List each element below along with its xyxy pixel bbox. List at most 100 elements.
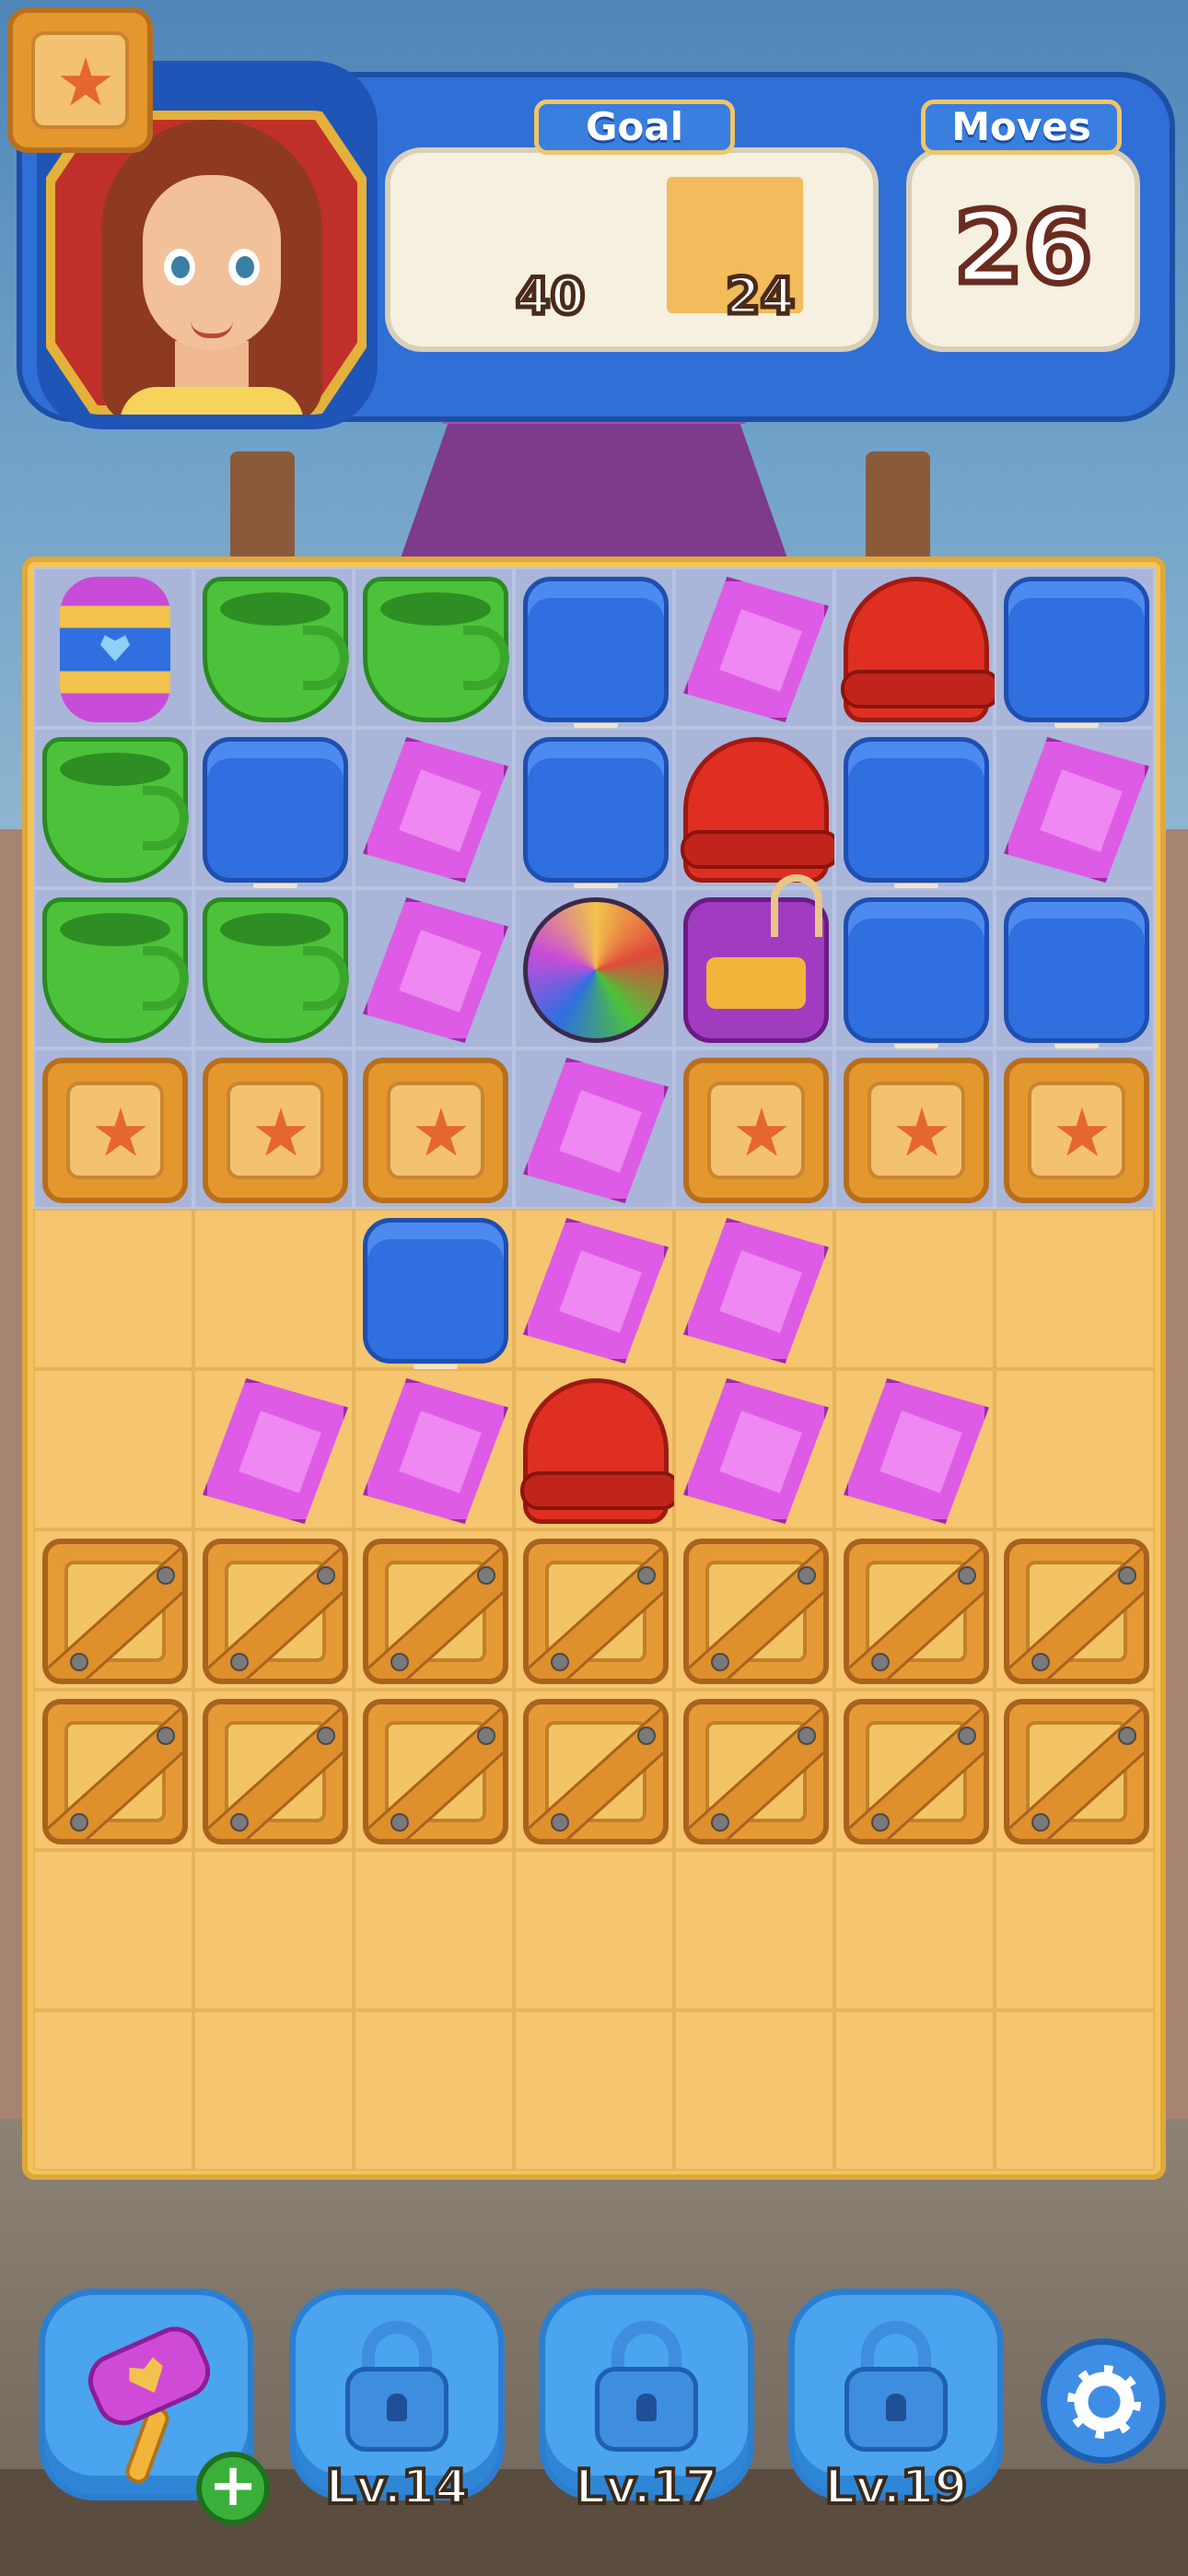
wood-plank-box[interactable] [523, 1539, 669, 1684]
board-cell[interactable] [674, 1209, 834, 1369]
settings-button[interactable] [1041, 2338, 1166, 2464]
red-hat-piece[interactable] [841, 577, 1001, 722]
pink-gem-piece[interactable] [523, 1218, 669, 1364]
blue-jelly-piece[interactable] [1004, 577, 1149, 738]
board-cell[interactable] [193, 1529, 354, 1690]
board-cell[interactable] [514, 1690, 674, 1850]
board-cell[interactable] [834, 1369, 995, 1529]
sand-tile[interactable] [354, 1850, 514, 2010]
star-crate-piece[interactable] [363, 1058, 508, 1203]
board-cell[interactable] [33, 1529, 193, 1690]
board-cell[interactable] [674, 1529, 834, 1690]
board-cell[interactable] [354, 1209, 514, 1379]
pink-gem-piece[interactable] [363, 737, 508, 883]
blue-jelly-piece[interactable] [523, 577, 669, 738]
board-cell[interactable] [834, 568, 1001, 728]
board-cell[interactable] [674, 1369, 834, 1529]
star-crate-piece[interactable] [42, 1058, 188, 1203]
board-cell[interactable] [354, 1369, 514, 1529]
board-cell[interactable] [33, 888, 193, 1048]
star-crate-piece[interactable] [683, 1058, 829, 1203]
sand-tile[interactable] [834, 1209, 995, 1369]
board-cell[interactable] [354, 1529, 514, 1690]
sand-tile[interactable] [674, 1850, 834, 2010]
board-cell[interactable] [354, 568, 514, 728]
star-crate-piece[interactable] [203, 1058, 348, 1203]
red-hat-piece[interactable] [681, 737, 841, 883]
star-crate-piece[interactable] [1004, 1058, 1149, 1203]
board-cell[interactable] [674, 1690, 834, 1850]
blue-jelly-piece[interactable] [844, 897, 989, 1059]
blue-jelly-piece[interactable] [363, 1218, 508, 1379]
blue-jelly-piece[interactable] [1004, 897, 1149, 1059]
pink-gem-piece[interactable] [203, 1378, 348, 1524]
red-hat-piece[interactable] [520, 1378, 681, 1524]
wood-plank-box[interactable] [203, 1539, 348, 1684]
sand-tile[interactable] [995, 2010, 1155, 2171]
board-cell[interactable] [514, 1529, 674, 1690]
board-cell[interactable] [995, 1690, 1155, 1850]
wood-plank-box[interactable] [363, 1539, 508, 1684]
sand-tile[interactable] [834, 1850, 995, 2010]
board-cell[interactable] [514, 1209, 674, 1369]
bomb-jar-piece[interactable] [683, 874, 829, 1043]
board-cell[interactable] [995, 1048, 1155, 1209]
board-cell[interactable] [33, 1048, 193, 1209]
green-cup-piece[interactable] [203, 897, 349, 1043]
game-board[interactable] [33, 568, 1155, 2171]
board-cell[interactable] [193, 1369, 354, 1529]
rainbow-ball-piece[interactable] [523, 897, 669, 1043]
board-cell[interactable] [514, 1369, 681, 1529]
sand-tile[interactable] [33, 1850, 193, 2010]
board-cell[interactable] [354, 1048, 514, 1209]
pink-gem-piece[interactable] [363, 1378, 508, 1524]
wood-plank-box[interactable] [363, 1699, 508, 1844]
board-cell[interactable] [193, 1690, 354, 1850]
blue-jelly-piece[interactable] [523, 737, 669, 898]
wood-plank-box[interactable] [1004, 1539, 1149, 1684]
board-cell[interactable] [834, 1690, 995, 1850]
sand-tile[interactable] [33, 2010, 193, 2171]
wood-plank-box[interactable] [42, 1699, 188, 1844]
star-crate-piece[interactable] [844, 1058, 989, 1203]
board-cell[interactable] [674, 728, 841, 888]
board-cell[interactable] [354, 728, 514, 888]
board-cell[interactable] [33, 1690, 193, 1850]
board-cell[interactable] [674, 874, 834, 1048]
green-cup-piece[interactable] [363, 577, 509, 722]
wood-plank-box[interactable] [203, 1699, 348, 1844]
board-cell[interactable] [354, 1690, 514, 1850]
board-cell[interactable] [995, 1529, 1155, 1690]
wood-plank-box[interactable] [844, 1699, 989, 1844]
spinner-piece[interactable] [60, 577, 170, 722]
wood-plank-box[interactable] [42, 1539, 188, 1684]
green-cup-piece[interactable] [42, 897, 189, 1043]
sand-tile[interactable] [193, 2010, 354, 2171]
board-cell[interactable] [674, 1048, 834, 1209]
sand-tile[interactable] [193, 1209, 354, 1369]
board-cell[interactable] [514, 728, 674, 898]
board-cell[interactable] [193, 1048, 354, 1209]
sand-tile[interactable] [674, 2010, 834, 2171]
wood-plank-box[interactable] [523, 1699, 669, 1844]
board-cell[interactable] [834, 1048, 995, 1209]
board-cell[interactable] [995, 728, 1155, 888]
pink-gem-piece[interactable] [683, 577, 829, 722]
board-cell[interactable] [354, 888, 514, 1048]
wood-plank-box[interactable] [844, 1539, 989, 1684]
pink-gem-piece[interactable] [1004, 737, 1149, 883]
hammer-booster-button[interactable]: + [39, 2289, 270, 2525]
board-cell[interactable] [33, 728, 193, 888]
sand-tile[interactable] [514, 2010, 674, 2171]
sand-tile[interactable] [33, 1369, 193, 1529]
blue-jelly-piece[interactable] [203, 737, 348, 898]
sand-tile[interactable] [995, 1850, 1155, 2010]
wood-plank-box[interactable] [1004, 1699, 1149, 1844]
board-cell[interactable] [674, 568, 834, 728]
pink-gem-piece[interactable] [683, 1378, 829, 1524]
board-cell[interactable] [834, 888, 995, 1059]
sand-tile[interactable] [354, 2010, 514, 2171]
add-booster-button[interactable]: + [196, 2452, 270, 2525]
pink-gem-piece[interactable] [523, 1058, 669, 1203]
green-cup-piece[interactable] [42, 737, 189, 883]
